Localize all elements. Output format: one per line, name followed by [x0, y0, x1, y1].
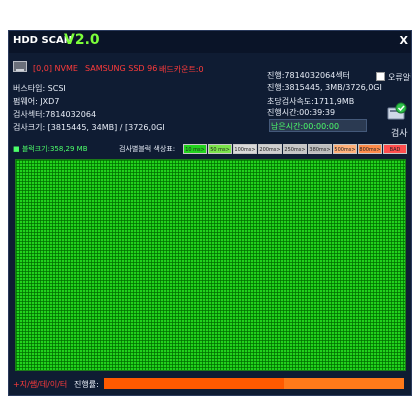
legend-swatch: 250ms>	[283, 144, 307, 154]
scan-sectors: 검사섹터:7814032064	[13, 110, 97, 119]
legend-title: 검사별블럭 색상표:	[119, 145, 176, 153]
alarm-label: 오류알림	[388, 73, 411, 82]
progress-sectors: 진행:7814032064섹터	[267, 71, 351, 80]
block-size-label: ■ 블럭크기:358,29 MB	[13, 145, 88, 153]
legend-swatch: BAD	[383, 144, 407, 154]
legend-swatch: 800ms>	[358, 144, 382, 154]
title-bar: HDD SCAN V2.0 X	[9, 31, 411, 53]
bad-count: 배드카운트:0	[159, 65, 204, 74]
legend-swatch: 50 ms>	[208, 144, 232, 154]
elapsed-time: 진행시간:00:39:39	[267, 108, 336, 117]
remaining-time: 남은시간:00:00:00	[271, 122, 340, 131]
block-size-value: 블럭크기:358,29 MB	[21, 145, 88, 153]
scan-icon[interactable]	[386, 102, 408, 122]
hddscan-window: HDD SCAN V2.0 X [0,0] NVME SAMSUNG SSD 9…	[8, 30, 412, 396]
close-button[interactable]: X	[400, 34, 408, 47]
repair-label: +지/쌤/데/이/터	[13, 380, 68, 389]
drive-icon	[13, 61, 27, 72]
scan-block-grid	[15, 159, 406, 371]
scan-size: 검사크기: [3815445, 34MB] / [3726,0GI	[13, 123, 165, 132]
alarm-checkbox[interactable]	[376, 72, 385, 81]
legend-swatch: 100ms>	[233, 144, 257, 154]
scan-button[interactable]: 검사	[391, 126, 408, 139]
device-model: SAMSUNG SSD 96	[85, 64, 158, 73]
bus-type: 버스타입: SCSI	[13, 84, 66, 93]
legend-swatch: 10 ms>	[183, 144, 207, 154]
app-version: V2.0	[64, 32, 100, 48]
device-port: [0,0] NVME	[33, 64, 78, 73]
progress-size: 진행:3815445, 3MB/3726,0GI	[267, 83, 382, 92]
progress-bar	[104, 378, 404, 389]
bottom-bar: +지/쌤/데/이/터 진행률:	[9, 374, 411, 395]
legend-swatch: 200ms>	[258, 144, 282, 154]
scan-speed: 초당검사속도:1711,9MB	[267, 97, 355, 106]
legend-swatch: 380ms>	[308, 144, 332, 154]
legend-swatch: 500ms>	[333, 144, 357, 154]
progress-label: 진행률:	[74, 380, 99, 389]
progress-fill	[104, 378, 284, 389]
firmware: 펌웨어: JXD7	[13, 97, 60, 106]
